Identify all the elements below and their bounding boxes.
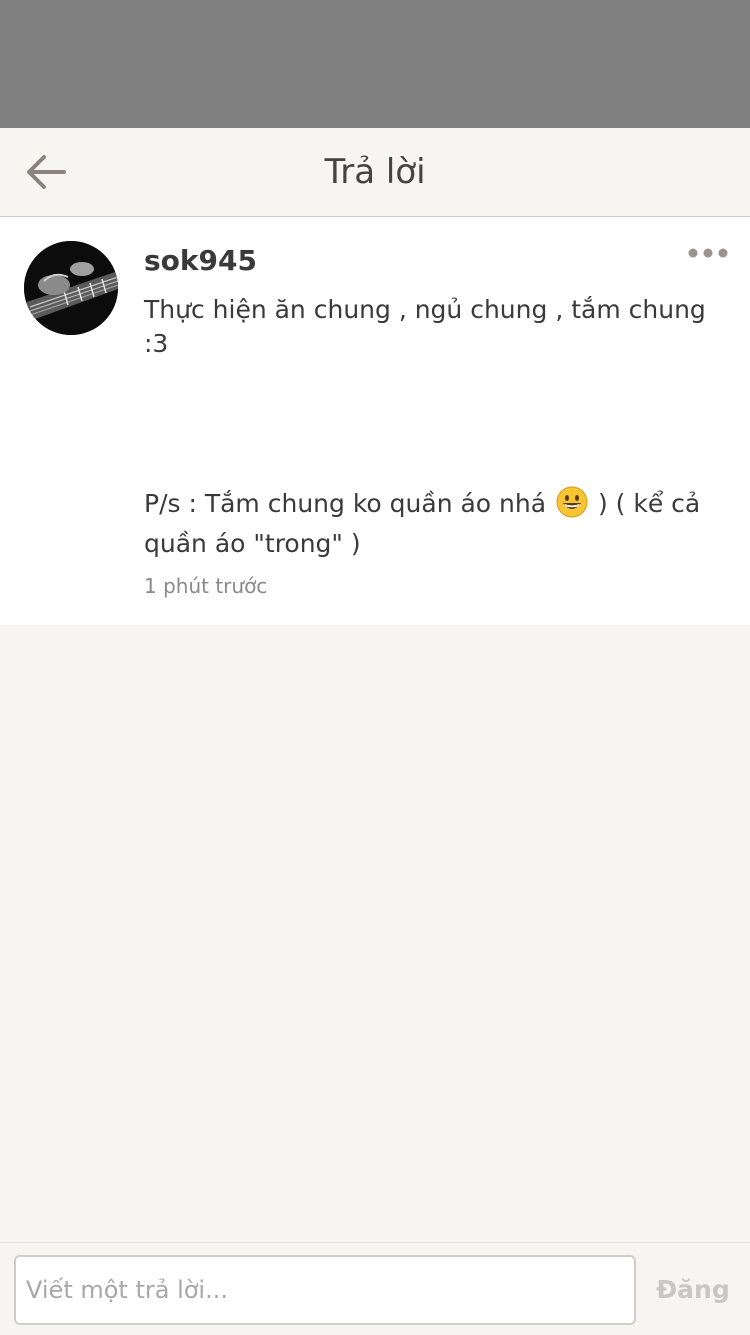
avatar-guitar-image bbox=[24, 241, 118, 335]
navigation-bar: Trả lời bbox=[0, 128, 750, 217]
reply-post-card: sok945 Thực hiện ăn chung , ngủ chung , … bbox=[0, 217, 750, 625]
reply-composer-bar: Đăng bbox=[0, 1242, 750, 1335]
page-title: Trả lời bbox=[324, 152, 426, 192]
post-text: Thực hiện ăn chung , ngủ chung , tắm chu… bbox=[144, 295, 706, 358]
more-options-button[interactable] bbox=[684, 239, 732, 267]
ps-text-start: P/s : Tắm chung ko quần áo nhá bbox=[144, 489, 547, 518]
more-dots-icon bbox=[688, 248, 728, 258]
submit-reply-button[interactable]: Đăng bbox=[648, 1255, 738, 1325]
back-arrow-icon bbox=[27, 155, 66, 189]
status-bar-area bbox=[0, 0, 750, 128]
post-timestamp: 1 phút trước bbox=[144, 574, 268, 598]
grinning-face-emoji-icon bbox=[556, 486, 588, 527]
back-button[interactable] bbox=[18, 146, 74, 198]
reply-input[interactable] bbox=[14, 1255, 636, 1325]
username[interactable]: sok945 bbox=[144, 241, 257, 281]
avatar[interactable] bbox=[24, 241, 118, 335]
post-ps-text: P/s : Tắm chung ko quần áo nhá ) ( kể cả… bbox=[144, 486, 724, 561]
